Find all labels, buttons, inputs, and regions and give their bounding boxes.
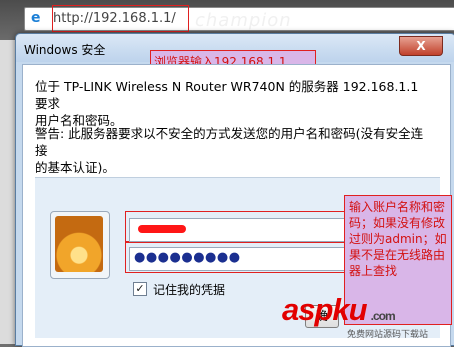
watermark-suffix: .com: [370, 309, 396, 323]
ie-icon: e: [31, 10, 41, 26]
dialog-title: Windows 安全: [24, 43, 106, 57]
server-message-line: 位于 TP-LINK Wireless N Router WR740N 的服务器…: [35, 79, 419, 111]
close-button[interactable]: X: [399, 36, 443, 56]
url-highlight-box: [52, 5, 189, 32]
username-field[interactable]: [129, 218, 350, 242]
username-redaction: [138, 225, 186, 233]
watermark-main: aspku: [282, 292, 368, 327]
password-field[interactable]: ●●●●●●●●●: [129, 247, 350, 271]
remember-credentials-checkbox[interactable]: ✓: [133, 282, 147, 296]
warning-message: 警告: 此服务器要求以不安全的方式发送您的用户名和密码(没有安全连接 的基本认证…: [35, 125, 430, 176]
password-mask: ●●●●●●●●●: [134, 250, 241, 265]
warning-message-line: 的基本认证)。: [35, 160, 115, 175]
browser-left-strip: [0, 40, 16, 344]
warning-message-line: 警告: 此服务器要求以不安全的方式发送您的用户名和密码(没有安全连接: [35, 126, 424, 158]
remember-credentials-label: 记住我的凭据: [153, 283, 226, 297]
watermark-subtitle: 免费网站源码下载站: [347, 330, 429, 340]
server-message: 位于 TP-LINK Wireless N Router WR740N 的服务器…: [35, 78, 430, 129]
background-text: champion: [195, 10, 292, 31]
avatar: [55, 216, 103, 272]
watermark: aspku .com: [282, 292, 396, 328]
avatar-frame: [50, 211, 110, 279]
